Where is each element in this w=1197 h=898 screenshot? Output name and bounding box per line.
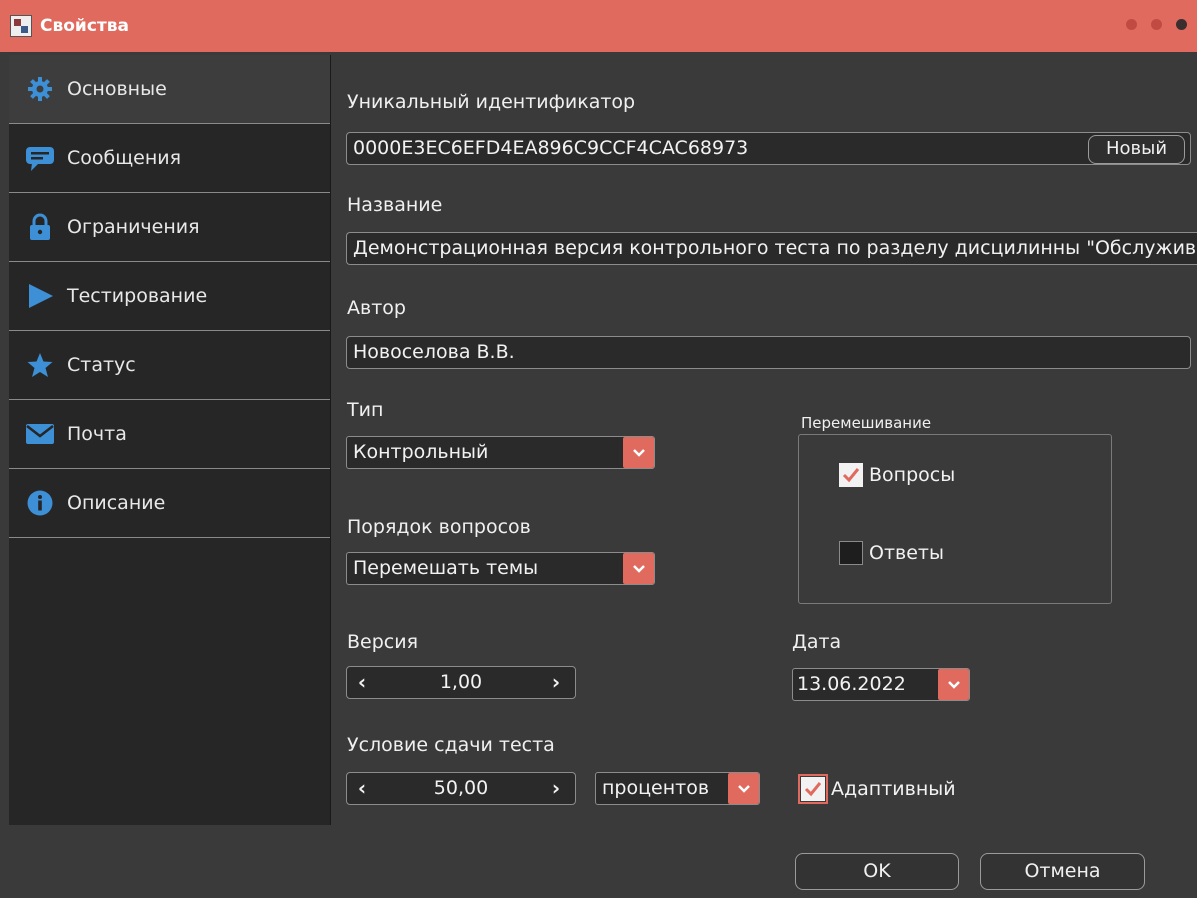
play-icon (25, 281, 55, 311)
uid-value: 0000E3EC6EFD4EA896C9CCF4CAC68973 (353, 137, 749, 159)
window-controls (1126, 19, 1187, 30)
app-icon (10, 15, 32, 37)
uid-field[interactable]: 0000E3EC6EFD4EA896C9CCF4CAC68973 Новый (346, 132, 1191, 165)
sidebar: Основные Сообщения Ограничения Тестирова… (9, 55, 331, 825)
sidebar-item-label: Описание (67, 492, 166, 514)
sidebar-item-testing[interactable]: Тестирование (9, 262, 330, 331)
dialog-footer: OK Отмена (0, 826, 1197, 898)
shuffle-questions-label: Вопросы (869, 464, 956, 486)
sidebar-item-mail[interactable]: Почта (9, 400, 330, 469)
close-dot-icon[interactable] (1176, 19, 1187, 30)
adaptive-checkbox[interactable]: Адаптивный (798, 774, 956, 804)
type-value: Контрольный (353, 441, 489, 463)
checkbox-checked-icon[interactable] (839, 463, 863, 487)
shuffle-group (798, 434, 1112, 604)
pass-condition-label: Условие сдачи теста (347, 734, 555, 756)
sidebar-item-label: Статус (67, 354, 136, 376)
type-label: Тип (347, 399, 384, 421)
maximize-dot-icon[interactable] (1151, 19, 1162, 30)
shuffle-answers-checkbox[interactable]: Ответы (839, 541, 944, 565)
shuffle-questions-checkbox[interactable]: Вопросы (839, 463, 955, 487)
date-value: 13.06.2022 (797, 673, 906, 695)
pass-unit-value: процентов (602, 777, 710, 799)
window-title: Свойства (40, 16, 129, 36)
version-label: Версия (347, 631, 419, 653)
ok-button[interactable]: OK (795, 853, 959, 890)
name-field[interactable]: Демонстрационная версия контрольного тес… (346, 232, 1197, 265)
sidebar-item-label: Тестирование (67, 285, 208, 307)
chevron-left-icon[interactable]: ‹ (347, 667, 377, 698)
info-icon (25, 488, 55, 518)
gear-icon (25, 74, 55, 104)
chevron-right-icon[interactable]: › (541, 667, 571, 698)
uid-label: Уникальный идентификатор (347, 91, 636, 113)
chevron-left-icon[interactable]: ‹ (347, 773, 377, 804)
checkbox-unchecked-icon[interactable] (839, 541, 863, 565)
pass-condition-spinbox[interactable]: 50,00 ‹ › (346, 772, 576, 805)
pass-unit-select[interactable]: процентов (595, 772, 760, 805)
chevron-down-icon[interactable] (623, 553, 654, 584)
sidebar-item-description[interactable]: Описание (9, 469, 330, 538)
sidebar-item-label: Сообщения (67, 147, 182, 169)
sidebar-item-restrictions[interactable]: Ограничения (9, 193, 330, 262)
mail-icon (25, 419, 55, 449)
date-label: Дата (792, 631, 842, 653)
order-select[interactable]: Перемешать темы (346, 552, 655, 585)
sidebar-item-status[interactable]: Статус (9, 331, 330, 400)
minimize-dot-icon[interactable] (1126, 19, 1137, 30)
author-label: Автор (347, 297, 406, 319)
title-bar: Свойства (0, 0, 1197, 52)
author-field[interactable]: Новоселова В.В. (346, 336, 1191, 369)
version-spinbox[interactable]: 1,00 ‹ › (346, 666, 576, 699)
chevron-down-icon[interactable] (623, 437, 654, 468)
order-label: Порядок вопросов (347, 516, 531, 538)
date-picker[interactable]: 13.06.2022 (792, 668, 970, 701)
sidebar-item-label: Ограничения (67, 216, 200, 238)
type-select[interactable]: Контрольный (346, 436, 655, 469)
lock-icon (25, 212, 55, 242)
order-value: Перемешать темы (353, 557, 539, 579)
author-value: Новоселова В.В. (353, 341, 515, 363)
chevron-right-icon[interactable]: › (541, 773, 571, 804)
sidebar-item-label: Почта (67, 423, 127, 445)
properties-panel: Уникальный идентификатор 0000E3EC6EFD4EA… (331, 55, 1197, 825)
sidebar-item-basic[interactable]: Основные (9, 55, 330, 124)
name-label: Название (347, 194, 443, 216)
new-id-button[interactable]: Новый (1088, 135, 1185, 164)
message-icon (25, 143, 55, 173)
sidebar-item-messages[interactable]: Сообщения (9, 124, 330, 193)
shuffle-group-title: Перемешивание (801, 414, 932, 432)
chevron-down-icon[interactable] (728, 773, 759, 804)
name-value: Демонстрационная версия контрольного тес… (353, 237, 1197, 259)
shuffle-answers-label: Ответы (869, 542, 944, 564)
adaptive-label: Адаптивный (831, 778, 956, 800)
checkbox-checked-icon[interactable] (798, 774, 828, 804)
chevron-down-icon[interactable] (938, 669, 969, 700)
cancel-button[interactable]: Отмена (980, 853, 1145, 890)
sidebar-item-label: Основные (67, 78, 167, 100)
star-icon (25, 350, 55, 380)
